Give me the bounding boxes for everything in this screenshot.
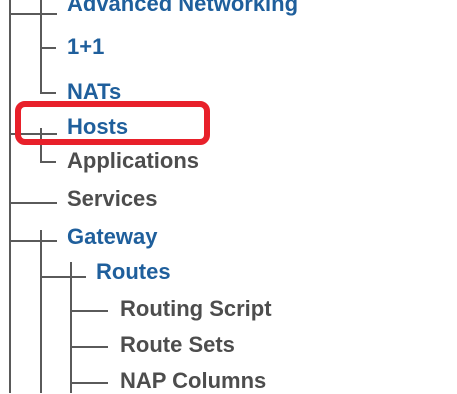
tree-connector-root [9,0,11,393]
tree-item-routes[interactable]: Routes [96,259,171,285]
tree-item-1plus1[interactable]: 1+1 [67,34,104,60]
tree-branch-route-sets [70,346,108,348]
tree-branch-gateway [9,240,57,242]
tree-branch-applications [40,161,56,163]
tree-connector-gateway [40,230,42,393]
tree-branch-routes [40,276,86,278]
tree-item-gateway[interactable]: Gateway [67,224,158,250]
tree-item-routing-script[interactable]: Routing Script [120,296,272,322]
tree-branch-1plus1 [40,47,56,49]
tree-branch-nap-columns [70,382,108,384]
tree-item-services[interactable]: Services [67,186,158,212]
tree-branch-services [9,202,57,204]
navigation-tree: Advanced Networking 1+1 NATs Hosts Appli… [0,0,457,393]
tree-item-route-sets[interactable]: Route Sets [120,332,235,358]
highlight-box [15,101,210,145]
tree-item-advanced-networking[interactable]: Advanced Networking [67,0,298,17]
tree-connector-routes [70,262,72,393]
tree-branch-routing-script [70,310,108,312]
tree-branch-nats [40,92,56,94]
tree-item-applications[interactable]: Applications [67,148,199,174]
tree-item-nap-columns[interactable]: NAP Columns [120,368,266,394]
tree-branch-advanced-networking [9,13,57,15]
